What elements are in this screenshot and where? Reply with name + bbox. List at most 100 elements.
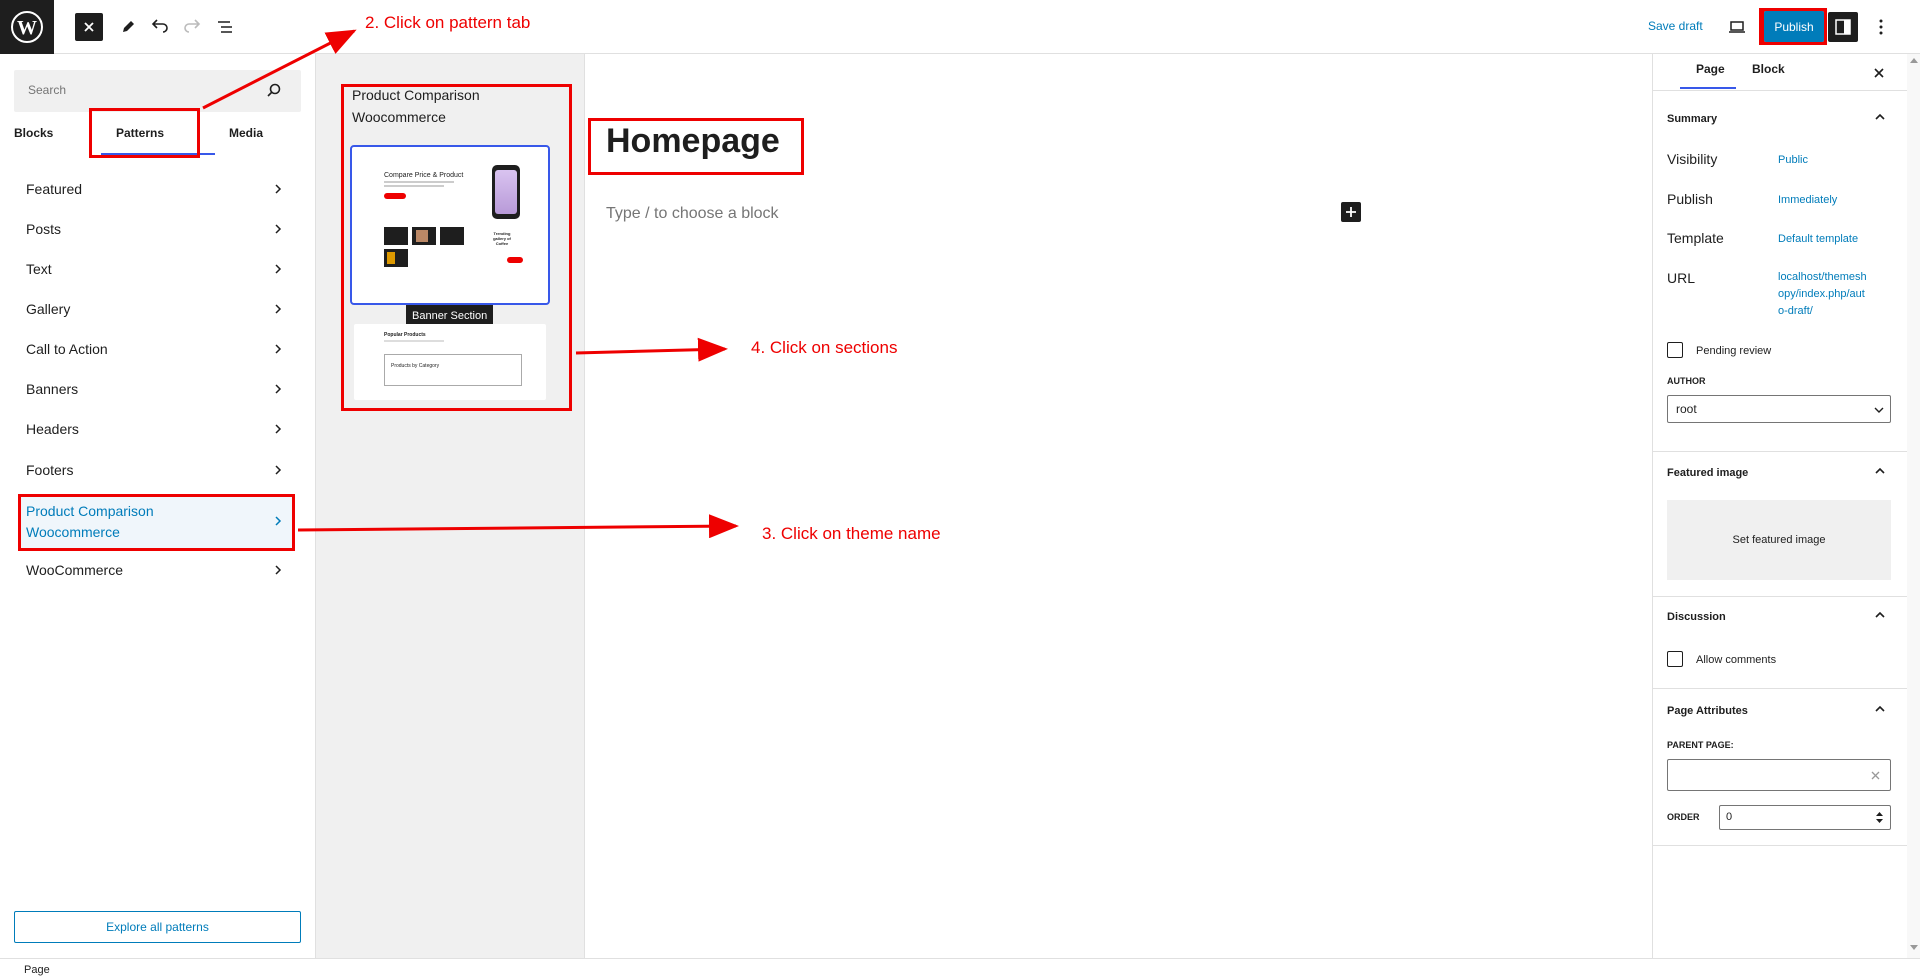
save-draft-button[interactable]: Save draft	[1648, 19, 1703, 33]
preview-thumb	[384, 249, 408, 267]
category-gallery[interactable]: Gallery	[26, 301, 70, 317]
url-label: URL	[1667, 270, 1696, 286]
category-label-line1: Product Comparison	[26, 503, 154, 519]
category-label-line2: Woocommerce	[26, 524, 120, 540]
chevron-up-icon[interactable]	[1874, 465, 1886, 477]
preview-phone-image	[492, 165, 520, 219]
category-woocommerce[interactable]: WooCommerce	[26, 562, 123, 578]
divider	[1652, 596, 1907, 597]
chevron-right-icon	[275, 565, 282, 575]
search-input[interactable]: Search	[28, 83, 66, 97]
clear-icon[interactable]	[1871, 771, 1880, 780]
inserter-search[interactable]: Search	[14, 70, 301, 112]
order-value: 0	[1726, 811, 1733, 823]
template-label: Template	[1667, 230, 1724, 246]
tab-blocks[interactable]: Blocks	[14, 126, 53, 140]
preview-text-line	[384, 340, 444, 342]
order-input[interactable]: 0	[1719, 805, 1891, 830]
pending-review-label: Pending review	[1696, 345, 1772, 357]
editor-footer: Page	[0, 958, 1920, 980]
pattern2-inner-text: Products by Category	[391, 363, 440, 369]
featured-image-header[interactable]: Featured image	[1667, 467, 1748, 479]
chevron-up-icon[interactable]	[1874, 703, 1886, 715]
order-label: ORDER	[1667, 812, 1700, 822]
visibility-value[interactable]: Public	[1778, 152, 1808, 169]
template-value[interactable]: Default template	[1778, 231, 1858, 248]
url-line: opy/index.php/aut	[1778, 288, 1865, 300]
editor-header: W Save draft Publish	[0, 0, 1920, 54]
publish-label: Publish	[1667, 191, 1713, 207]
chevron-right-icon	[275, 465, 282, 475]
visibility-label: Visibility	[1667, 151, 1718, 167]
category-text[interactable]: Text	[26, 261, 52, 277]
breadcrumb[interactable]: Page	[24, 964, 50, 976]
divider	[1652, 845, 1907, 846]
publish-date-value[interactable]: Immediately	[1778, 192, 1837, 209]
category-featured[interactable]: Featured	[26, 181, 82, 197]
preview-text-line	[384, 185, 444, 187]
preview-thumb	[412, 227, 436, 245]
discussion-header[interactable]: Discussion	[1667, 611, 1726, 623]
block-inserter-panel: Search Blocks Patterns Media Featured Po…	[0, 54, 316, 958]
settings-sidebar-icon[interactable]	[1828, 12, 1858, 42]
preview-red-button	[384, 193, 406, 199]
preview-thumb	[384, 227, 408, 245]
close-sidebar-icon[interactable]	[1872, 66, 1886, 80]
sidebar-scrollbar[interactable]	[1907, 54, 1920, 958]
chevron-up-icon[interactable]	[1874, 111, 1886, 123]
category-footers[interactable]: Footers	[26, 462, 73, 478]
sidebar-tab-block[interactable]: Block	[1752, 62, 1785, 76]
tab-media[interactable]: Media	[229, 126, 263, 140]
pattern2-category-box: Products by Category	[384, 354, 522, 386]
chevron-up-icon[interactable]	[1874, 609, 1886, 621]
redo-icon[interactable]	[177, 12, 207, 42]
divider	[1652, 688, 1907, 689]
more-options-icon[interactable]	[1866, 12, 1896, 42]
allow-comments-checkbox[interactable]	[1667, 651, 1683, 667]
post-title[interactable]: Homepage	[606, 122, 780, 161]
author-label: AUTHOR	[1667, 376, 1706, 386]
page-attributes-header[interactable]: Page Attributes	[1667, 705, 1748, 717]
spinner-icon[interactable]	[1876, 812, 1883, 823]
scroll-up-icon	[1910, 58, 1918, 63]
pattern-popular-products[interactable]: Popular Products Products by Category	[354, 324, 546, 400]
url-value[interactable]: localhost/themesh opy/index.php/aut o-dr…	[1778, 269, 1867, 320]
pencil-tools-icon[interactable]	[113, 12, 143, 42]
tab-patterns[interactable]: Patterns	[116, 126, 164, 140]
pattern2-heading: Popular Products	[384, 332, 426, 338]
undo-icon[interactable]	[145, 12, 175, 42]
summary-header[interactable]: Summary	[1667, 113, 1717, 125]
explore-all-patterns-button[interactable]: Explore all patterns	[14, 911, 301, 943]
preview-thumb	[440, 227, 464, 245]
author-select[interactable]: root	[1667, 395, 1891, 423]
chevron-right-icon	[275, 264, 282, 274]
preview-text-line	[384, 181, 454, 183]
wordpress-logo-icon[interactable]: W	[0, 0, 54, 54]
category-posts[interactable]: Posts	[26, 221, 61, 237]
add-block-icon[interactable]	[1341, 202, 1361, 222]
url-line: localhost/themesh	[1778, 271, 1867, 283]
chevron-right-icon	[275, 516, 282, 526]
category-product-comparison-woocommerce[interactable]: Product Comparison Woocommerce	[26, 501, 154, 543]
category-headers[interactable]: Headers	[26, 421, 79, 437]
category-call-to-action[interactable]: Call to Action	[26, 341, 108, 357]
category-banners[interactable]: Banners	[26, 381, 78, 397]
publish-button[interactable]: Publish	[1761, 8, 1827, 45]
sidebar-tab-page[interactable]: Page	[1696, 62, 1725, 76]
annotation-step4: 4. Click on sections	[751, 338, 898, 357]
url-line: o-draft/	[1778, 305, 1813, 317]
block-appender-placeholder[interactable]: Type / to choose a block	[606, 205, 779, 223]
chevron-right-icon	[275, 424, 282, 434]
tab-indicator	[101, 153, 215, 155]
author-value: root	[1676, 402, 1697, 416]
pattern-banner-section[interactable]: Compare Price & Product Trending gallery…	[350, 145, 550, 305]
parent-page-label: PARENT PAGE:	[1667, 740, 1734, 750]
preview-device-icon[interactable]	[1722, 12, 1752, 42]
close-inserter-icon[interactable]	[75, 13, 103, 41]
document-overview-icon[interactable]	[210, 12, 240, 42]
pattern-preview-heading: Compare Price & Product	[384, 172, 464, 179]
parent-page-input[interactable]	[1667, 759, 1891, 791]
chevron-down-icon	[1874, 407, 1884, 413]
pending-review-checkbox[interactable]	[1667, 342, 1683, 358]
set-featured-image-button[interactable]: Set featured image	[1667, 500, 1891, 580]
